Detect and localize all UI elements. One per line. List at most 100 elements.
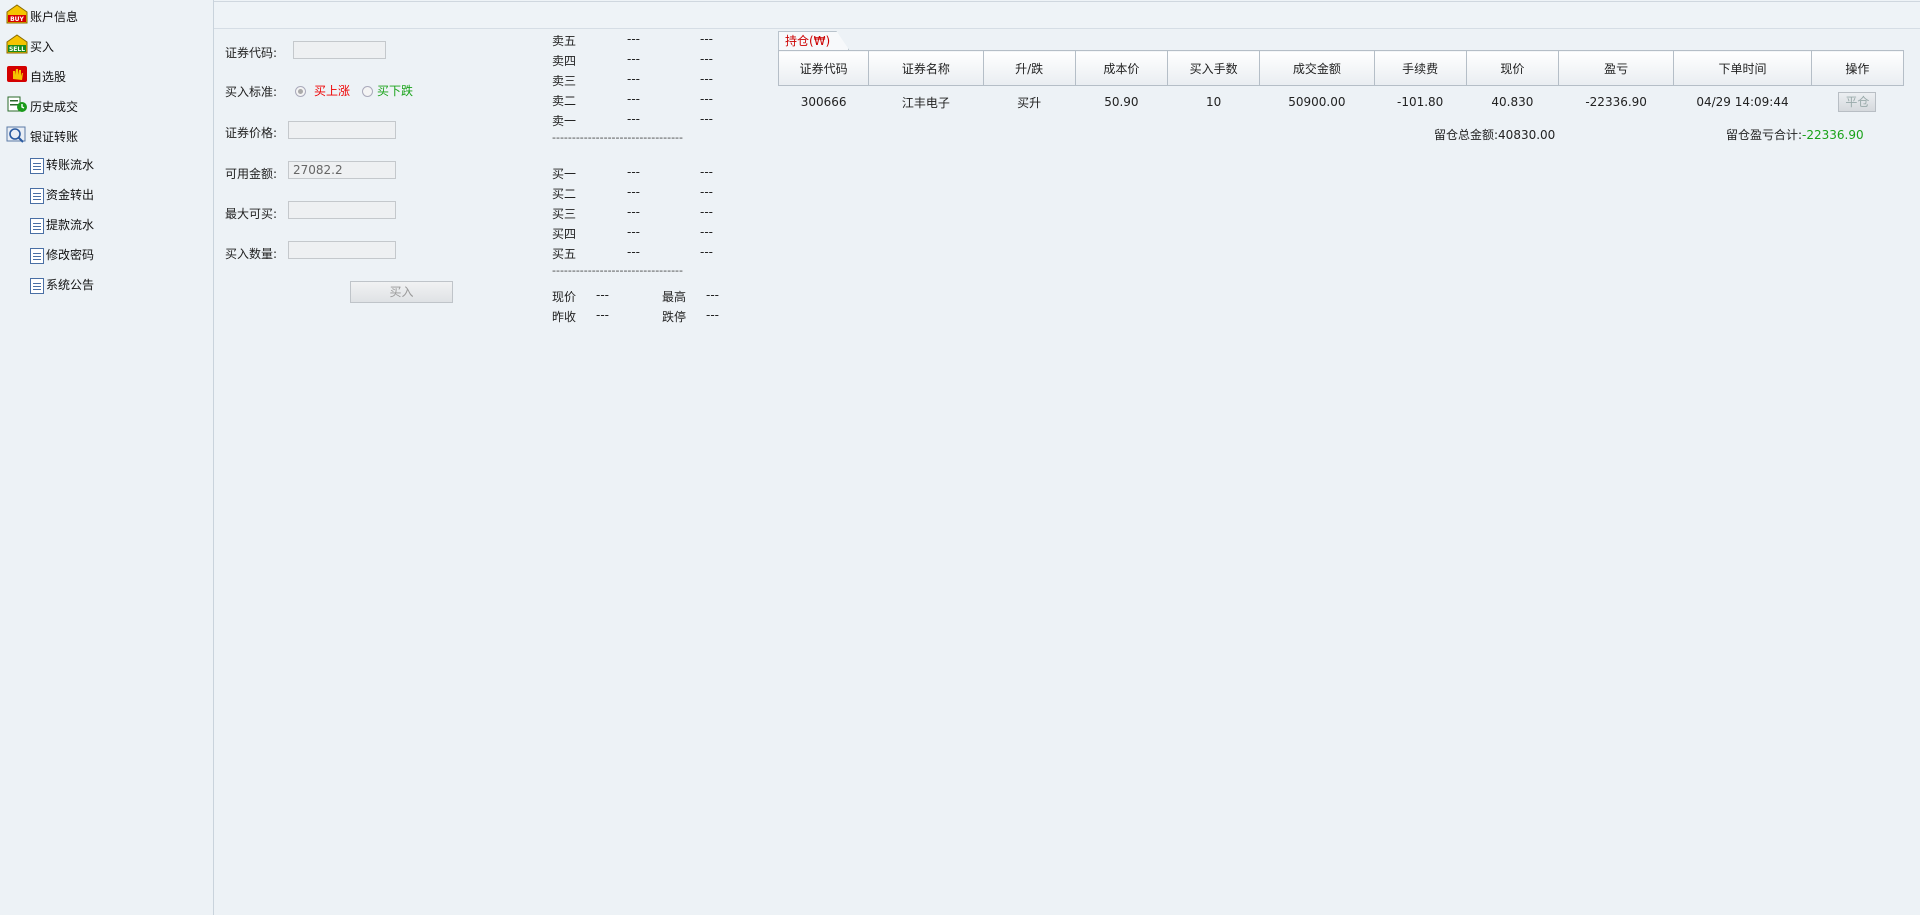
sell3-label: 卖三 bbox=[552, 74, 577, 88]
buy3-vol: --- bbox=[700, 205, 713, 219]
prev-close-label: 昨收 bbox=[552, 310, 577, 324]
total-pnl: -22336.90 bbox=[1802, 128, 1864, 142]
divider bbox=[214, 1, 1920, 2]
history-icon bbox=[6, 94, 28, 121]
top-strip bbox=[214, 0, 1920, 29]
cell-code: 300666 bbox=[800, 95, 847, 109]
qty-label: 买入数量: bbox=[225, 247, 278, 261]
code-label: 证券代码: bbox=[225, 46, 278, 60]
available-amount-field bbox=[288, 161, 396, 179]
sidebar-item-bank-transfer[interactable]: 银证转账 bbox=[6, 124, 78, 146]
price-input[interactable] bbox=[288, 121, 396, 139]
document-icon bbox=[30, 277, 44, 294]
column-header: 证券代码 bbox=[777, 50, 870, 86]
buy5-vol: --- bbox=[700, 245, 713, 259]
close-position-button[interactable]: 平仓 bbox=[1838, 92, 1877, 112]
buy4-label: 买四 bbox=[552, 227, 577, 241]
total-value-summary: 留仓总金额:40830.00 bbox=[1434, 126, 1555, 143]
buy3-price: --- bbox=[627, 205, 640, 219]
total-pnl-label: 留仓盈亏合计: bbox=[1726, 128, 1803, 142]
buy1-label: 买一 bbox=[552, 167, 577, 181]
sell1-label: 卖一 bbox=[552, 114, 577, 128]
buy5-price: --- bbox=[627, 245, 640, 259]
sidebar-subitem-label: 系统公告 bbox=[46, 278, 95, 292]
qty-input[interactable] bbox=[288, 241, 396, 259]
total-value: 40830.00 bbox=[1498, 128, 1556, 142]
sell2-vol: --- bbox=[700, 92, 713, 106]
total-pnl-summary: 留仓盈亏合计:-22336.90 bbox=[1726, 126, 1864, 143]
cell-pnl: -22336.90 bbox=[1585, 95, 1647, 109]
buy2-label: 买二 bbox=[552, 187, 577, 201]
cell-action: 平仓 bbox=[1811, 86, 1903, 119]
buy4-vol: --- bbox=[700, 225, 713, 239]
sidebar-subitem-funds-out[interactable]: 资金转出 bbox=[30, 184, 94, 206]
sidebar-item-label: 买入 bbox=[30, 40, 55, 54]
cell-fee: -101.80 bbox=[1396, 95, 1444, 109]
sidebar-subitem-label: 资金转出 bbox=[46, 188, 95, 202]
sell5-label: 卖五 bbox=[552, 34, 577, 48]
cell-cost: 50.90 bbox=[1104, 95, 1139, 109]
table-header-row: 证券代码 证券名称 升/跌 成本价 买入手数 成交金额 手续费 现价 盈亏 下单… bbox=[777, 50, 1905, 86]
column-header: 买入手数 bbox=[1166, 50, 1261, 86]
column-header: 升/跌 bbox=[982, 50, 1076, 86]
svg-text:BUY: BUY bbox=[10, 16, 24, 23]
buy1-price: --- bbox=[627, 165, 640, 179]
sidebar-item-history[interactable]: 历史成交 bbox=[6, 94, 78, 116]
svg-text:SELL: SELL bbox=[9, 46, 25, 53]
buy-button[interactable]: 买入 bbox=[350, 281, 453, 303]
buy-icon: BUY bbox=[6, 4, 28, 31]
column-header: 下单时间 bbox=[1673, 50, 1812, 86]
cell-amount: 50900.00 bbox=[1288, 95, 1346, 109]
cell-price: 40.830 bbox=[1491, 95, 1534, 109]
sell4-label: 卖四 bbox=[552, 54, 577, 68]
buy-down-radio[interactable] bbox=[362, 86, 373, 97]
buy-up-label[interactable]: 买上涨 bbox=[314, 82, 350, 99]
sidebar-item-account-info[interactable]: BUY 账户信息 bbox=[6, 4, 78, 26]
standard-label: 买入标准: bbox=[225, 85, 278, 99]
positions-table: 证券代码 证券名称 升/跌 成本价 买入手数 成交金额 手续费 现价 盈亏 下单… bbox=[777, 50, 1905, 119]
column-header: 证券名称 bbox=[868, 50, 984, 86]
column-header: 现价 bbox=[1465, 50, 1560, 86]
max-label: 最大可买: bbox=[225, 207, 278, 221]
sell2-label: 卖二 bbox=[552, 94, 577, 108]
max-buy-field[interactable] bbox=[288, 201, 396, 219]
sidebar-item-label: 银证转账 bbox=[30, 130, 79, 144]
separator: --------------------------------- bbox=[552, 131, 683, 144]
price-label: 证券价格: bbox=[225, 126, 278, 140]
sidebar: BUY 账户信息 SELL 买入 自选股 历史成交 银证转账 转账流水 资金转出… bbox=[0, 0, 214, 915]
buy2-price: --- bbox=[627, 185, 640, 199]
cell-name: 江丰电子 bbox=[901, 95, 950, 110]
sell1-vol: --- bbox=[700, 112, 713, 126]
buy-down-label[interactable]: 买下跌 bbox=[377, 82, 413, 99]
sidebar-subitem-label: 修改密码 bbox=[46, 248, 95, 262]
sidebar-subitem-transfer-log[interactable]: 转账流水 bbox=[30, 154, 94, 176]
table-row: 300666 江丰电子 买升 50.90 10 50900.00 -101.80… bbox=[779, 86, 1904, 119]
separator: --------------------------------- bbox=[552, 264, 683, 277]
buy5-label: 买五 bbox=[552, 247, 577, 261]
buy3-label: 买三 bbox=[552, 207, 577, 221]
sidebar-subitem-label: 提款流水 bbox=[46, 218, 95, 232]
column-header: 手续费 bbox=[1373, 50, 1467, 86]
column-header: 成本价 bbox=[1074, 50, 1169, 86]
hand-icon bbox=[6, 64, 28, 91]
sell3-price: --- bbox=[627, 72, 640, 86]
code-input[interactable] bbox=[293, 41, 386, 59]
buy-up-radio[interactable] bbox=[295, 86, 306, 97]
sidebar-item-label: 历史成交 bbox=[30, 100, 79, 114]
column-header: 成交金额 bbox=[1259, 50, 1375, 86]
sidebar-item-watchlist[interactable]: 自选股 bbox=[6, 64, 66, 86]
sidebar-item-buy[interactable]: SELL 买入 bbox=[6, 34, 54, 56]
document-icon bbox=[30, 247, 44, 264]
limit-down-label: 跌停 bbox=[662, 310, 687, 324]
buy1-vol: --- bbox=[700, 165, 713, 179]
sell2-price: --- bbox=[627, 92, 640, 106]
tab-positions[interactable]: 持仓(₩) bbox=[778, 31, 850, 50]
sidebar-item-label: 账户信息 bbox=[30, 10, 79, 24]
sidebar-subitem-withdraw-log[interactable]: 提款流水 bbox=[30, 214, 94, 236]
high-label: 最高 bbox=[662, 290, 687, 304]
sidebar-subitem-change-password[interactable]: 修改密码 bbox=[30, 244, 94, 266]
sidebar-item-label: 自选股 bbox=[30, 70, 67, 84]
sidebar-subitem-announcement[interactable]: 系统公告 bbox=[30, 274, 94, 296]
document-icon bbox=[30, 187, 44, 204]
sell3-vol: --- bbox=[700, 72, 713, 86]
